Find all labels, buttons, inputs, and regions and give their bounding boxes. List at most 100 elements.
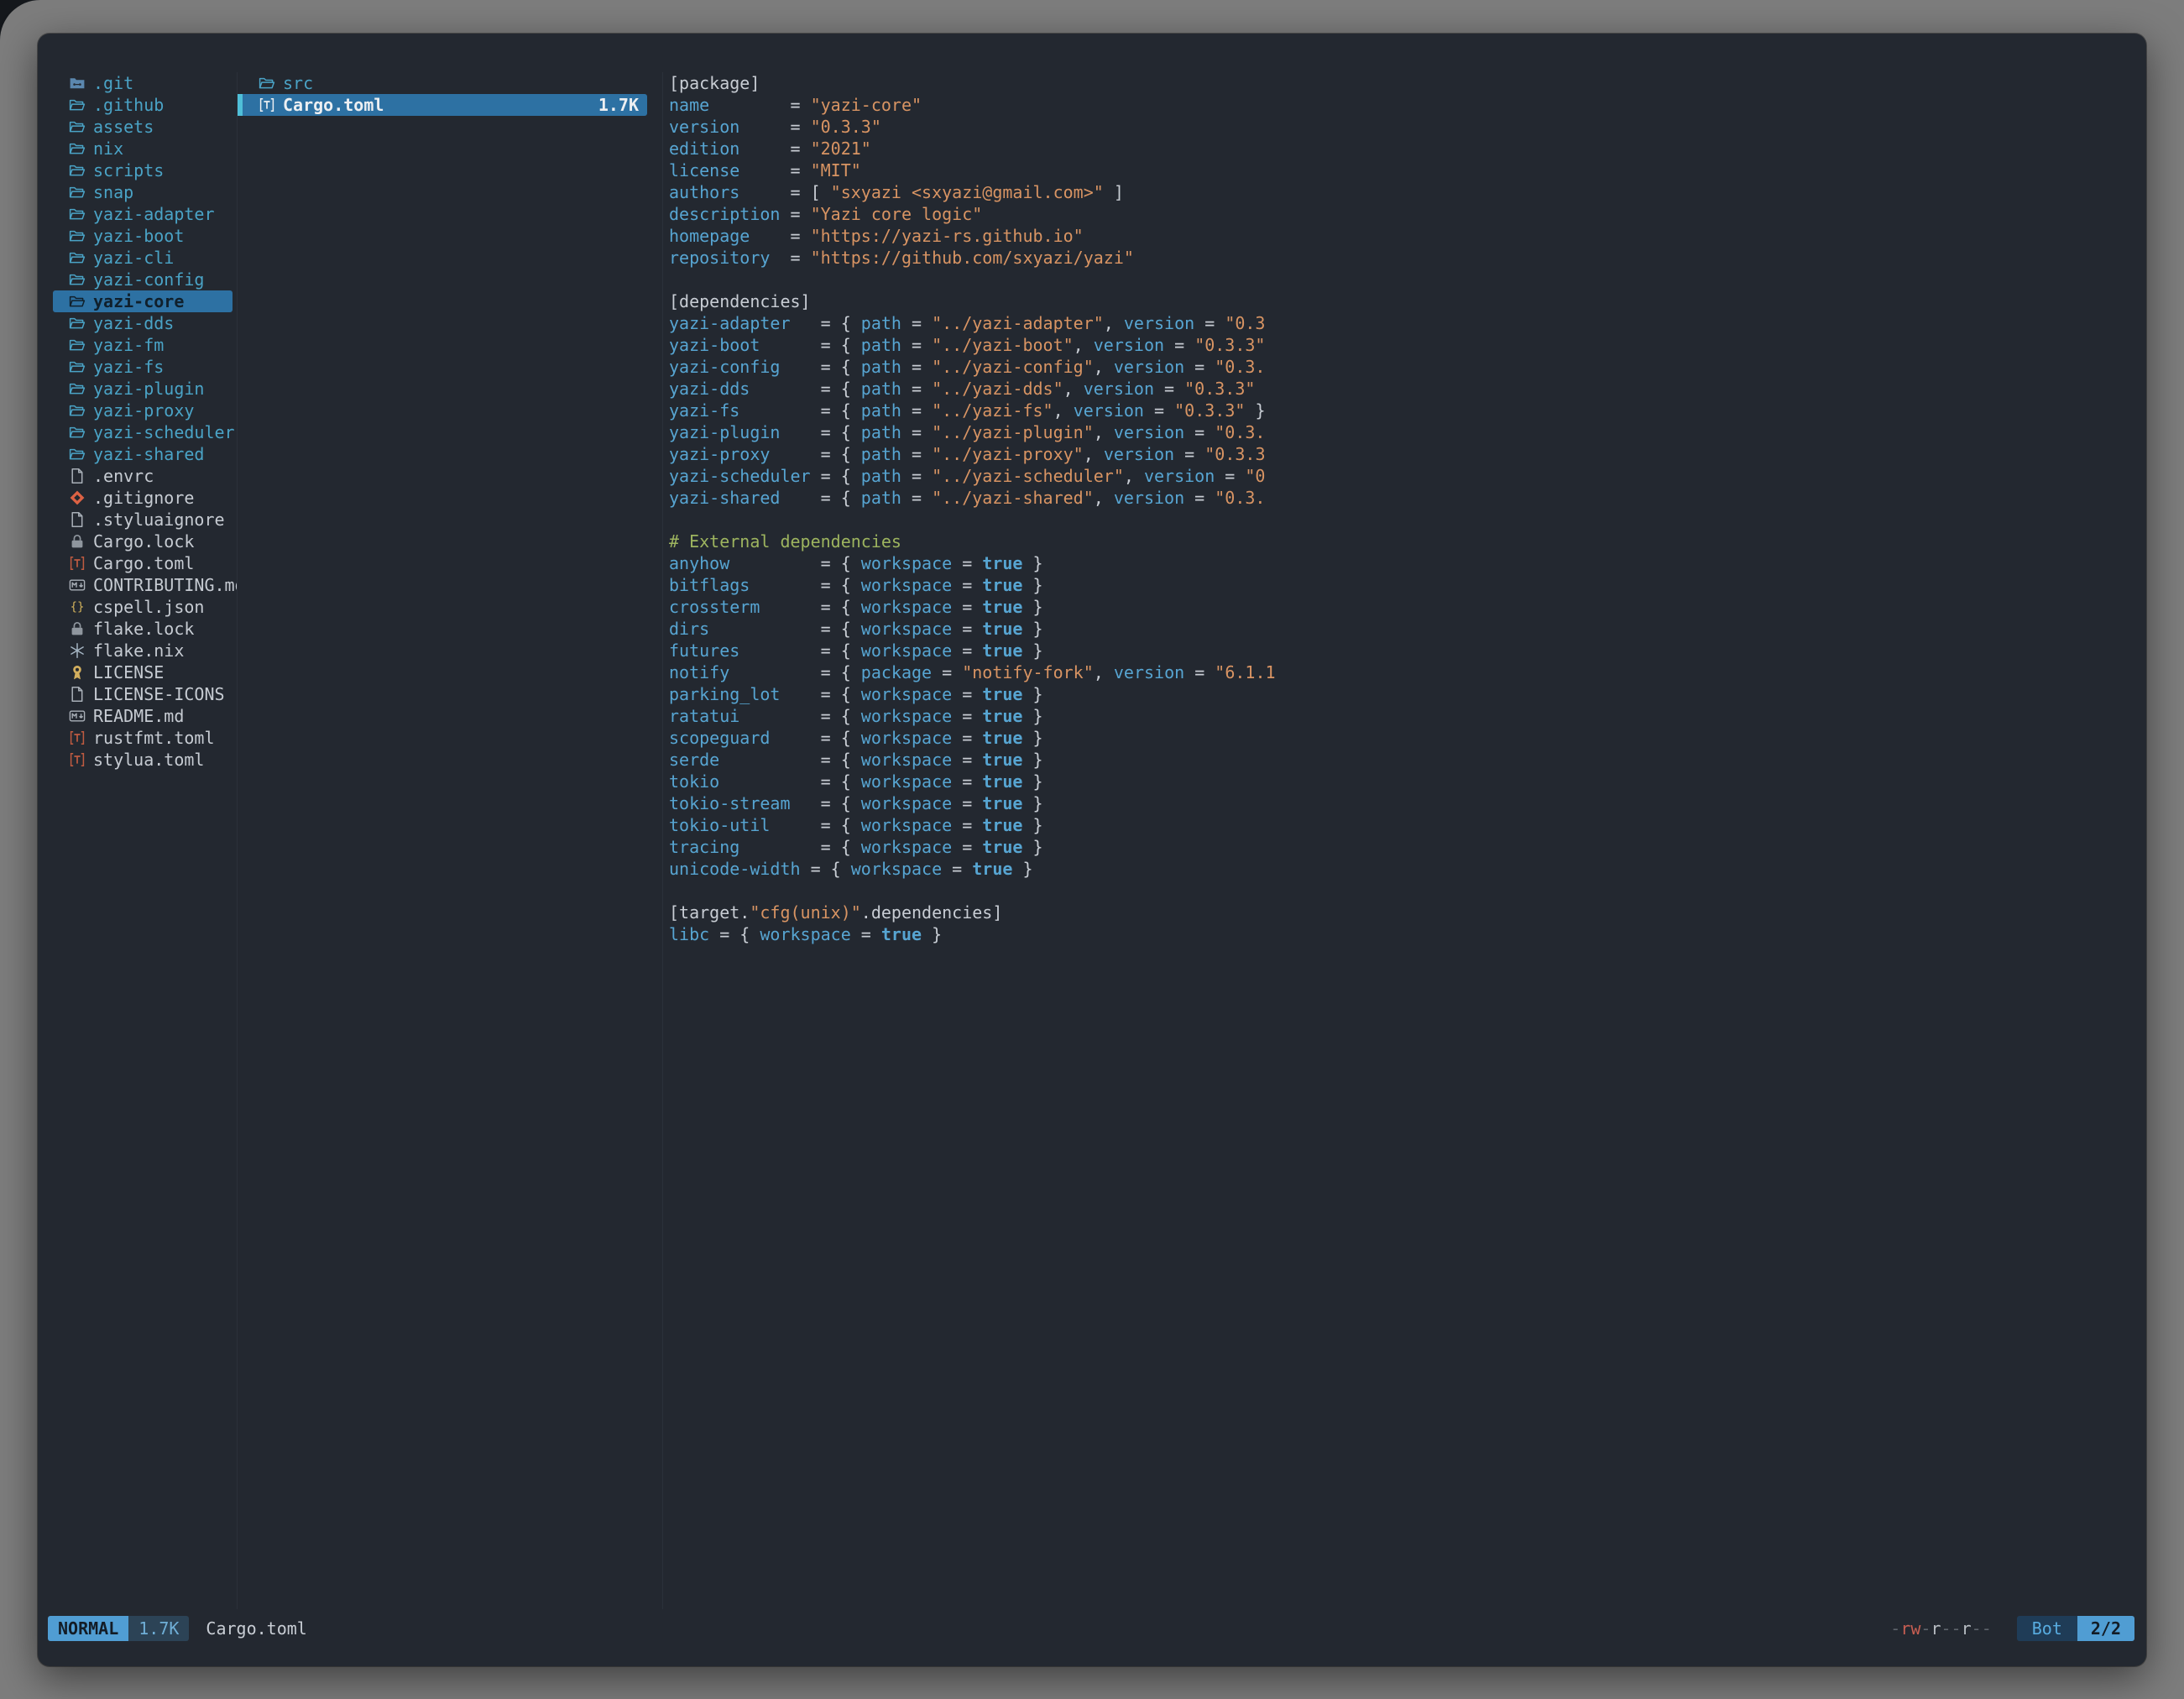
- preview-line: ratatui = { workspace = true }: [669, 705, 2131, 727]
- file-row[interactable]: stylua.toml: [53, 749, 233, 771]
- code-token: yazi-config: [669, 357, 780, 377]
- file-name: yazi-fs: [93, 356, 164, 378]
- code-token: authors: [669, 182, 739, 202]
- code-token: = {: [770, 444, 860, 464]
- code-token: tokio: [669, 771, 719, 792]
- code-token: }: [1022, 597, 1042, 617]
- preview-line: parking_lot = { workspace = true }: [669, 683, 2131, 705]
- code-token: "../yazi-boot": [932, 335, 1074, 355]
- code-token: path: [861, 335, 901, 355]
- file-row[interactable]: Cargo.lock: [53, 531, 233, 552]
- file-row[interactable]: .gitignore: [53, 487, 233, 509]
- file-row[interactable]: nix: [53, 138, 233, 159]
- file-row[interactable]: {}cspell.json: [53, 596, 233, 618]
- code-token: "../yazi-plugin": [932, 422, 1094, 442]
- code-token: true: [982, 706, 1022, 726]
- file-row[interactable]: yazi-cli: [53, 247, 233, 269]
- file-row[interactable]: README.md: [53, 705, 233, 727]
- code-token: "../yazi-fs": [932, 400, 1053, 421]
- file-row[interactable]: CONTRIBUTING.md: [53, 574, 233, 596]
- folder-icon: [66, 421, 88, 443]
- code-token: path: [861, 488, 901, 508]
- code-token: workspace: [861, 597, 952, 617]
- file-row[interactable]: yazi-plugin: [53, 378, 233, 400]
- code-token: workspace: [861, 750, 952, 770]
- file-row[interactable]: yazi-dds: [53, 312, 233, 334]
- file-row[interactable]: rustfmt.toml: [53, 727, 233, 749]
- code-token: "0.3.3": [1184, 379, 1255, 399]
- file-name: yazi-adapter: [93, 203, 215, 225]
- file-row[interactable]: Cargo.toml1.7K: [238, 94, 647, 116]
- code-token: homepage: [669, 226, 750, 246]
- code-token: "0.3.: [1215, 488, 1265, 508]
- file-row[interactable]: snap: [53, 181, 233, 203]
- file-row[interactable]: yazi-adapter: [53, 203, 233, 225]
- file-row[interactable]: yazi-shared: [53, 443, 233, 465]
- file-row[interactable]: yazi-proxy: [53, 400, 233, 421]
- code-token: "../yazi-shared": [932, 488, 1094, 508]
- folder-icon: [66, 312, 88, 334]
- code-token: yazi-adapter: [669, 313, 791, 333]
- preview-line: tokio = { workspace = true }: [669, 771, 2131, 792]
- json-icon: {}: [66, 596, 88, 618]
- file-row[interactable]: yazi-fs: [53, 356, 233, 378]
- preview-line: serde = { workspace = true }: [669, 749, 2131, 771]
- file-row[interactable]: yazi-boot: [53, 225, 233, 247]
- file-row[interactable]: .github: [53, 94, 233, 116]
- file-row[interactable]: .git: [53, 72, 233, 94]
- folder-icon: [66, 378, 88, 400]
- code-token: = {: [739, 837, 861, 857]
- code-token: =: [1164, 335, 1194, 355]
- code-token: ,: [1094, 488, 1114, 508]
- code-token: }: [1022, 640, 1042, 661]
- file-row[interactable]: yazi-fm: [53, 334, 233, 356]
- file-row[interactable]: Cargo.toml: [53, 552, 233, 574]
- file-row[interactable]: LICENSE-ICONS: [53, 683, 233, 705]
- file-row[interactable]: yazi-config: [53, 269, 233, 290]
- file-name: LICENSE-ICONS: [93, 683, 225, 705]
- code-token: =: [952, 684, 982, 704]
- current-directory-pane[interactable]: srcCargo.toml1.7K: [238, 72, 663, 1609]
- file-preview-pane[interactable]: [package]name = "yazi-core"version = "0.…: [663, 72, 2131, 1609]
- code-token: true: [982, 553, 1022, 573]
- file-row[interactable]: flake.lock: [53, 618, 233, 640]
- code-token: version: [1074, 400, 1144, 421]
- file-row[interactable]: yazi-core: [53, 290, 233, 312]
- code-token: version: [669, 117, 739, 137]
- file-row[interactable]: .envrc: [53, 465, 233, 487]
- status-bar: NORMAL 1.7K Cargo.toml -rw-r--r-- Bot 2/…: [38, 1616, 2146, 1641]
- file-icon: [66, 683, 88, 705]
- file-row[interactable]: flake.nix: [53, 640, 233, 661]
- code-token: true: [982, 619, 1022, 639]
- file-row[interactable]: .styluaignore: [53, 509, 233, 531]
- file-name: assets: [93, 116, 154, 138]
- code-token: # External dependencies: [669, 531, 901, 552]
- code-token: workspace: [861, 728, 952, 748]
- file-name: yazi-fm: [93, 334, 164, 356]
- file-row[interactable]: assets: [53, 116, 233, 138]
- preview-line: tokio-stream = { workspace = true }: [669, 792, 2131, 814]
- file-name: flake.nix: [93, 640, 184, 661]
- git-icon: [66, 487, 88, 509]
- code-token: version: [1144, 466, 1215, 486]
- code-token: = [: [739, 182, 830, 202]
- parent-directory-pane[interactable]: .git.githubassetsnixscriptssnapyazi-adap…: [53, 72, 238, 1609]
- code-token: yazi-fs: [669, 400, 739, 421]
- toml-icon: [256, 94, 278, 116]
- file-row[interactable]: LICENSE: [53, 661, 233, 683]
- scroll-position-badge: Bot: [2017, 1616, 2077, 1641]
- code-token: =: [851, 924, 881, 944]
- code-token: true: [982, 750, 1022, 770]
- file-row[interactable]: yazi-scheduler: [53, 421, 233, 443]
- code-token: ,: [1094, 357, 1114, 377]
- code-token: tokio-util: [669, 815, 770, 835]
- code-token: [dependencies]: [669, 291, 811, 311]
- code-token: =: [942, 859, 972, 879]
- folder-icon: [66, 400, 88, 421]
- code-token: =: [901, 313, 932, 333]
- file-name: Cargo.lock: [93, 531, 194, 552]
- code-token: ]: [1104, 182, 1124, 202]
- file-row[interactable]: scripts: [53, 159, 233, 181]
- preview-line: dirs = { workspace = true }: [669, 618, 2131, 640]
- file-row[interactable]: src: [238, 72, 647, 94]
